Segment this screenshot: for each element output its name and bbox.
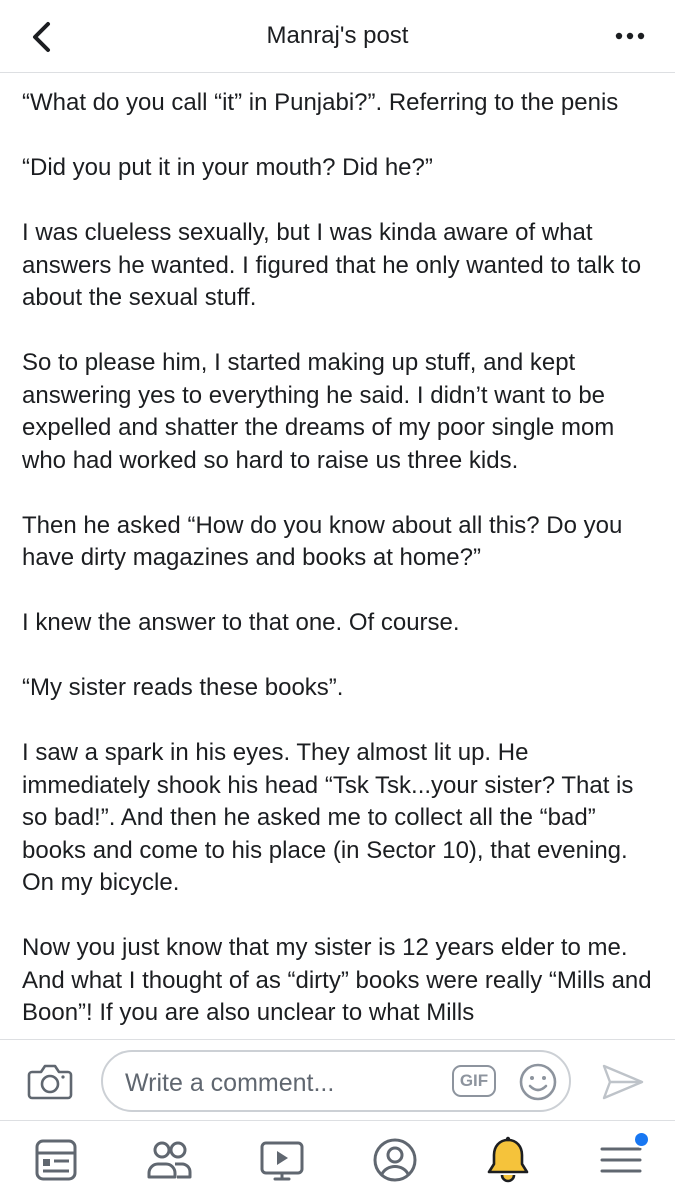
tab-profile[interactable] <box>370 1135 420 1185</box>
camera-button[interactable] <box>27 1060 73 1102</box>
comment-bar: GIF <box>0 1039 675 1120</box>
post-paragraph: Then he asked “How do you know about all… <box>22 511 623 572</box>
video-play-icon <box>260 1141 304 1181</box>
gif-button[interactable]: GIF <box>452 1065 496 1097</box>
tab-groups[interactable] <box>144 1135 194 1185</box>
post-paragraph: I saw a spark in his eyes. They almost l… <box>22 739 634 896</box>
smiley-icon <box>519 1063 557 1101</box>
tab-watch[interactable] <box>257 1135 307 1185</box>
post-paragraph: I was clueless sexually, but I was kinda… <box>22 219 642 311</box>
more-dots-icon <box>615 32 645 40</box>
post-content-scroll[interactable]: “What do you call “it” in Punjabi?”. Ref… <box>0 73 675 1039</box>
post-paragraph: So to please him, I started making up st… <box>22 349 615 474</box>
bell-icon <box>487 1136 529 1183</box>
bottom-tab-bar <box>0 1120 675 1201</box>
emoji-button[interactable] <box>517 1061 559 1103</box>
post-header: Manraj's post <box>0 0 675 73</box>
tab-notifications[interactable] <box>483 1135 533 1185</box>
send-icon <box>602 1064 644 1100</box>
menu-notification-badge <box>633 1131 650 1148</box>
people-icon <box>147 1141 192 1179</box>
post-paragraph: I knew the answer to that one. Of course… <box>22 609 460 636</box>
post-paragraph: “What do you call “it” in Punjabi?”. Ref… <box>22 89 619 116</box>
tab-menu[interactable] <box>596 1131 650 1185</box>
tab-news-feed[interactable] <box>31 1135 81 1185</box>
post-body: “What do you call “it” in Punjabi?”. Ref… <box>0 73 675 1030</box>
post-paragraph: “My sister reads these books”. <box>22 674 344 701</box>
profile-icon <box>373 1138 417 1182</box>
post-paragraph: Now you just know that my sister is 12 y… <box>22 934 652 1026</box>
comment-box: GIF <box>101 1050 571 1112</box>
more-options-button[interactable] <box>613 24 649 48</box>
comment-input[interactable] <box>123 1064 447 1102</box>
send-button[interactable] <box>600 1062 646 1102</box>
news-feed-icon <box>35 1139 77 1181</box>
post-paragraph: “Did you put it in your mouth? Did he?” <box>22 154 433 181</box>
page-title: Manraj's post <box>266 22 409 49</box>
camera-icon <box>27 1064 73 1100</box>
